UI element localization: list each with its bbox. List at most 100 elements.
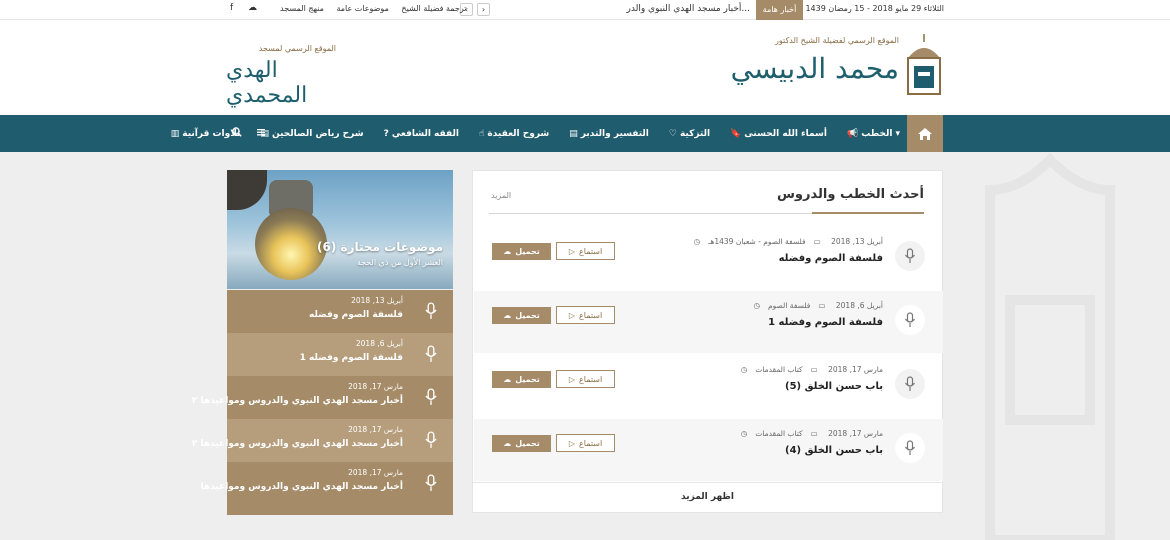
- mosque-watermark: [985, 152, 1115, 540]
- lesson-category[interactable]: فلسفة الصوم - شعبان 1439هـ: [708, 237, 805, 246]
- microphone-icon: [895, 433, 925, 463]
- item-title: فلسفة الصوم وفضله: [309, 310, 403, 320]
- sidebar-item[interactable]: مارس 17, 2018 أخبار مسجد الهدي النبوي وا…: [192, 419, 453, 462]
- play-icon: ▷: [568, 374, 575, 384]
- lesson-meta: ◷ مارس 17, 2018 ▭ كتاب المقدمات: [733, 429, 883, 438]
- nav-item-fiqh[interactable]: ? الفقه الشافعي: [384, 129, 459, 139]
- lesson-category[interactable]: فلسفة الصوم: [768, 301, 810, 310]
- top-link[interactable]: منهج المسجد: [280, 4, 324, 13]
- nav-item-tazkiya[interactable]: ♡ التزكية: [669, 129, 710, 139]
- lesson-date: مارس 17, 2018: [828, 429, 883, 438]
- microphone-icon: [895, 369, 925, 399]
- cloud-download-icon: ☁: [503, 439, 512, 448]
- sidebar-item[interactable]: أبريل 6, 2018 فلسفة الصوم وفضله 1: [227, 333, 453, 376]
- site-caption: الموقع الرسمي لفضيلة الشيخ الدكتور: [775, 36, 899, 45]
- item-date: مارس 17, 2018: [348, 382, 403, 391]
- cloud-download-icon: ☁: [503, 247, 512, 256]
- hand-image: [227, 170, 267, 210]
- play-icon: ▷: [568, 438, 575, 448]
- current-date: الثلاثاء 29 مايو 2018 - 15 رمضان 1439 هـ: [796, 4, 944, 13]
- nav-item-aqeeda[interactable]: ☝ شروح العقيدة: [479, 129, 549, 139]
- lesson-meta: ◷ مارس 17, 2018 ▭ كتاب المقدمات: [733, 365, 883, 374]
- ticker-next-button[interactable]: ›: [477, 3, 490, 16]
- lesson-title[interactable]: باب حسن الخلق (4): [785, 445, 883, 456]
- item-date: أبريل 13, 2018: [351, 296, 403, 305]
- download-button[interactable]: ☁ تحميل: [492, 435, 551, 452]
- home-icon: [918, 128, 932, 140]
- sidebar-item[interactable]: أبريل 13, 2018 فلسفة الصوم وفضله: [227, 290, 453, 333]
- play-icon: ▷: [568, 310, 575, 320]
- heart-icon: ♡: [668, 128, 677, 139]
- listen-button[interactable]: ▷ استماع: [556, 370, 615, 388]
- sidebar-item[interactable]: مارس 17, 2018 أخبار مسجد الهدي النبوي وا…: [201, 462, 453, 515]
- mosque-site-logo[interactable]: الموقع الرسمي لمسجد الهدي المحمدي: [226, 44, 336, 108]
- hand-icon: ☝: [478, 128, 485, 139]
- soundcloud-icon[interactable]: ☁: [248, 3, 257, 13]
- breaking-news-label: أخبار هامة: [756, 0, 803, 20]
- folder-icon: ▭: [813, 237, 821, 246]
- top-link[interactable]: ترجمة فضيلة الشيخ: [401, 4, 466, 13]
- lesson-row: ◷ مارس 17, 2018 ▭ كتاب المقدمات باب حسن ال…: [474, 355, 943, 417]
- site-header: الموقع الرسمي لفضيلة الشيخ الدكتور محمد …: [0, 20, 1170, 116]
- chevron-down-icon: ▾: [895, 128, 900, 139]
- item-title: أخبار مسجد الهدي النبوي والدروس ومواعيده…: [200, 482, 403, 492]
- microphone-icon: [425, 431, 437, 448]
- sidebar: موضوعات مختارة (6) العشر الأول من ذي الح…: [192, 170, 453, 515]
- facebook-icon[interactable]: f: [230, 3, 233, 13]
- show-more-button[interactable]: اظهر المزيد: [473, 482, 942, 512]
- lesson-category[interactable]: كتاب المقدمات: [755, 365, 802, 374]
- book-icon: ▤: [569, 128, 578, 139]
- folder-icon: ▭: [818, 301, 826, 310]
- lesson-date: مارس 17, 2018: [828, 365, 883, 374]
- lesson-meta: ◷ أبريل 13, 2018 ▭ فلسفة الصوم - شعبان 143…: [686, 237, 883, 246]
- listen-button[interactable]: ▷ استماع: [556, 306, 615, 324]
- nav-item-khutab[interactable]: 📢 الخطب ▾: [847, 129, 900, 139]
- listen-button[interactable]: ▷ استماع: [556, 434, 615, 452]
- featured-subtitle: العشر الأول من ذي الحجة: [356, 258, 443, 267]
- menu-icon[interactable]: [256, 127, 266, 137]
- news-ticker[interactable]: أخبار مسجد الهدي النبوي والدر...: [627, 4, 750, 14]
- play-icon: ▷: [568, 246, 575, 256]
- clock-icon: ◷: [693, 237, 701, 246]
- top-link[interactable]: موضوعات عامة: [336, 4, 388, 13]
- item-title: أخبار مسجد الهدي النبوي والدروس ومواعيده…: [191, 396, 403, 406]
- clock-icon: ◷: [740, 429, 748, 438]
- listen-button[interactable]: ▷ استماع: [556, 242, 615, 260]
- folder-icon: ▭: [810, 365, 818, 374]
- title-divider: [489, 212, 924, 214]
- item-date: مارس 17, 2018: [348, 468, 403, 477]
- nav-item-tafsir[interactable]: ▤ التفسير والتدبر: [569, 129, 649, 139]
- search-icon[interactable]: [232, 127, 242, 137]
- featured-banner[interactable]: موضوعات مختارة (6) العشر الأول من ذي الح…: [227, 170, 453, 289]
- nav-item-asma[interactable]: 🔖 أسماء الله الحسنى: [730, 129, 827, 139]
- item-title: فلسفة الصوم وفضله 1: [299, 353, 403, 363]
- bullhorn-icon: 📢: [847, 128, 859, 139]
- download-button[interactable]: ☁ تحميل: [492, 307, 551, 324]
- bookmark-icon: 🔖: [730, 128, 742, 139]
- download-button[interactable]: ☁ تحميل: [492, 371, 551, 388]
- mosque-caption: الموقع الرسمي لمسجد: [258, 44, 336, 53]
- lesson-row: ◷ أبريل 6, 2018 ▭ فلسفة الصوم فلسفة الصوم …: [474, 291, 943, 353]
- panel-title: أحدث الخطب والدروس: [776, 187, 924, 202]
- lesson-row: ◷ أبريل 13, 2018 ▭ فلسفة الصوم - شعبان 143…: [474, 227, 943, 289]
- folder-icon: ▭: [810, 429, 818, 438]
- lesson-title[interactable]: فلسفة الصوم وفضله 1: [768, 317, 883, 328]
- top-links: ترجمة فضيلة الشيخ موضوعات عامة منهج المس…: [270, 4, 466, 13]
- lesson-title[interactable]: فلسفة الصوم وفضله: [779, 253, 883, 264]
- download-button[interactable]: ☁ تحميل: [492, 243, 551, 260]
- lesson-category[interactable]: كتاب المقدمات: [755, 429, 802, 438]
- lesson-meta: ◷ أبريل 6, 2018 ▭ فلسفة الصوم: [745, 301, 883, 310]
- mosque-name: الهدي المحمدي: [226, 58, 308, 108]
- sidebar-item[interactable]: مارس 17, 2018 أخبار مسجد الهدي النبوي وا…: [192, 376, 453, 419]
- item-date: مارس 17, 2018: [348, 425, 403, 434]
- item-title: أخبار مسجد الهدي النبوي والدروس ومواعيده…: [191, 439, 403, 449]
- home-button[interactable]: [907, 115, 943, 152]
- lesson-date: أبريل 6, 2018: [835, 301, 883, 310]
- more-link[interactable]: المزيد: [491, 191, 511, 200]
- cloud-download-icon: ☁: [503, 311, 512, 320]
- site-logo[interactable]: الموقع الرسمي لفضيلة الشيخ الدكتور محمد …: [725, 30, 945, 110]
- microphone-icon: [425, 345, 437, 362]
- nav-item-tilawat[interactable]: ▥ تلاوات قرآنية: [171, 129, 241, 139]
- lesson-title[interactable]: باب حسن الخلق (5): [785, 381, 883, 392]
- nav-item-riyadh[interactable]: ▤ شرح رياض الصالحين: [260, 129, 363, 139]
